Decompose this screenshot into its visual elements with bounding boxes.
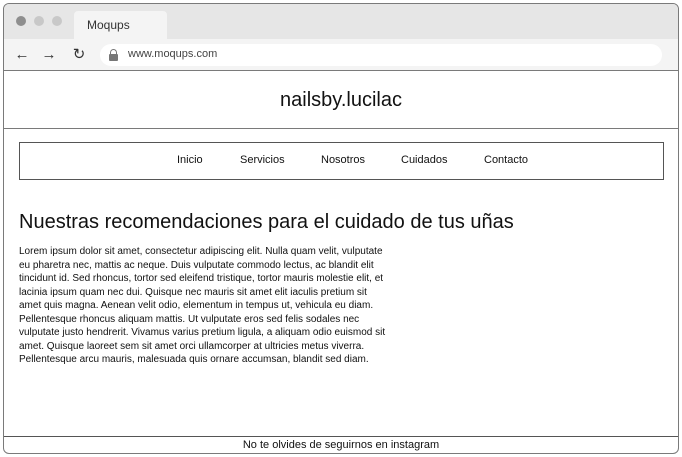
- browser-window: Moqups ← → ↻ www.moqups.com nailsby.luci…: [3, 3, 679, 454]
- body-paragraph: Lorem ipsum dolor sit amet, consectetur …: [19, 246, 386, 365]
- maximize-window-dot[interactable]: [52, 16, 62, 26]
- page-heading: Nuestras recomendaciones para el cuidado…: [19, 211, 514, 233]
- close-window-dot[interactable]: [16, 16, 26, 26]
- reload-icon[interactable]: ↻: [71, 47, 87, 63]
- menu-item-nosotros[interactable]: Nosotros: [321, 154, 365, 166]
- browser-tab[interactable]: Moqups: [74, 11, 167, 39]
- site-header: nailsby.lucilac: [4, 71, 678, 129]
- address-bar: ← → ↻ www.moqups.com: [4, 39, 678, 71]
- back-arrow-icon[interactable]: ←: [14, 47, 30, 63]
- lock-icon: [109, 49, 118, 61]
- menu-item-contacto[interactable]: Contacto: [484, 154, 528, 166]
- site-title: nailsby.lucilac: [280, 89, 402, 111]
- site-footer: No te olvides de seguirnos en instagram: [4, 436, 678, 453]
- forward-arrow-icon[interactable]: →: [41, 47, 57, 63]
- menu-item-cuidados[interactable]: Cuidados: [401, 154, 447, 166]
- main-menu: Inicio Servicios Nosotros Cuidados Conta…: [19, 142, 664, 180]
- tab-bar: Moqups: [4, 4, 678, 39]
- menu-item-servicios[interactable]: Servicios: [240, 154, 285, 166]
- url-text: www.moqups.com: [128, 48, 218, 60]
- menu-item-inicio[interactable]: Inicio: [177, 154, 203, 166]
- tab-title: Moqups: [87, 18, 130, 32]
- url-field[interactable]: www.moqups.com: [100, 44, 662, 66]
- minimize-window-dot[interactable]: [34, 16, 44, 26]
